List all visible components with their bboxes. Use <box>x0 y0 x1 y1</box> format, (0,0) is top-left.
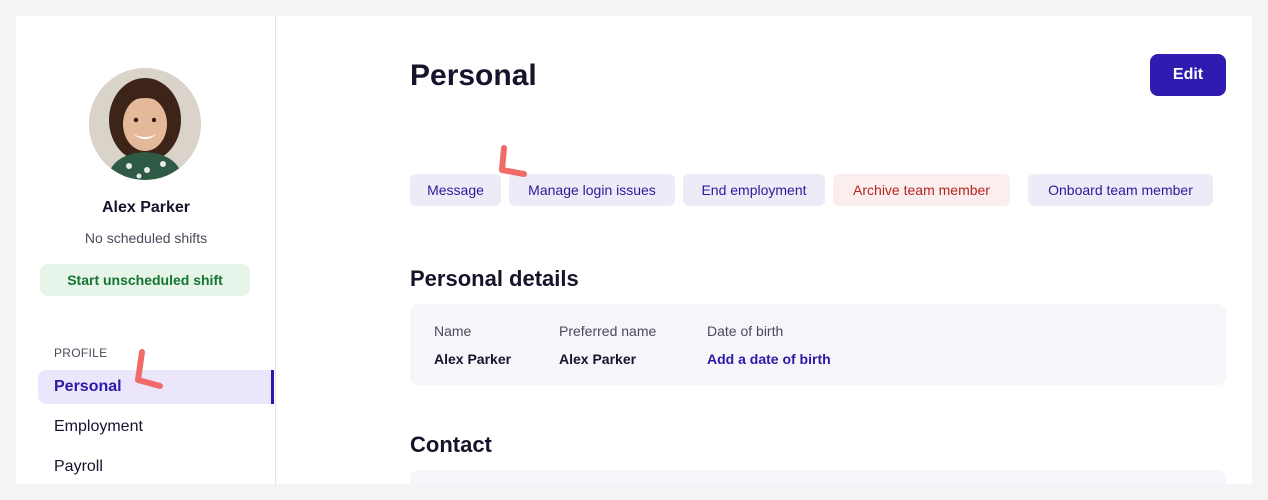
nav-item-employment[interactable]: Employment <box>38 410 274 444</box>
start-unscheduled-shift-button[interactable]: Start unscheduled shift <box>40 264 250 296</box>
nav-item-payroll[interactable]: Payroll <box>38 450 274 484</box>
field-label: Preferred name <box>559 323 657 339</box>
field-value: Alex Parker <box>434 351 512 367</box>
end-employment-button[interactable]: End employment <box>683 174 825 206</box>
field-label: Name <box>434 323 472 339</box>
app-window: Alex Parker No scheduled shifts Start un… <box>16 16 1252 484</box>
archive-team-member-button[interactable]: Archive team member <box>833 174 1010 206</box>
avatar <box>89 68 201 180</box>
manage-login-issues-button[interactable]: Manage login issues <box>509 174 675 206</box>
active-indicator <box>271 370 274 404</box>
field-preferred-name: Preferred name Alex Parker <box>559 323 656 367</box>
contact-heading: Contact <box>410 432 492 457</box>
main-content: Personal Edit Message Manage login issue… <box>276 16 1252 484</box>
edit-button[interactable]: Edit <box>1150 54 1226 96</box>
personal-details-card: Name Alex Parker Preferred name Alex Par… <box>410 304 1226 385</box>
field-label: Date of birth <box>707 323 784 339</box>
profile-sidebar: Alex Parker No scheduled shifts Start un… <box>16 16 276 484</box>
shift-status: No scheduled shifts <box>84 230 208 246</box>
nav-item-personal[interactable]: Personal <box>38 370 274 404</box>
field-value: Alex Parker <box>559 351 637 367</box>
message-button[interactable]: Message <box>410 174 501 206</box>
field-date-of-birth: Date of birth Add a date of birth <box>707 323 831 367</box>
user-name: Alex Parker <box>101 199 191 216</box>
field-name: Name Alex Parker <box>434 323 511 367</box>
page-title: Personal <box>410 59 537 92</box>
contact-card <box>410 470 1226 484</box>
personal-details-heading: Personal details <box>410 266 579 291</box>
onboard-team-member-button[interactable]: Onboard team member <box>1028 174 1213 206</box>
profile-section-label: PROFILE <box>54 346 108 360</box>
add-date-of-birth-link[interactable]: Add a date of birth <box>707 351 831 367</box>
